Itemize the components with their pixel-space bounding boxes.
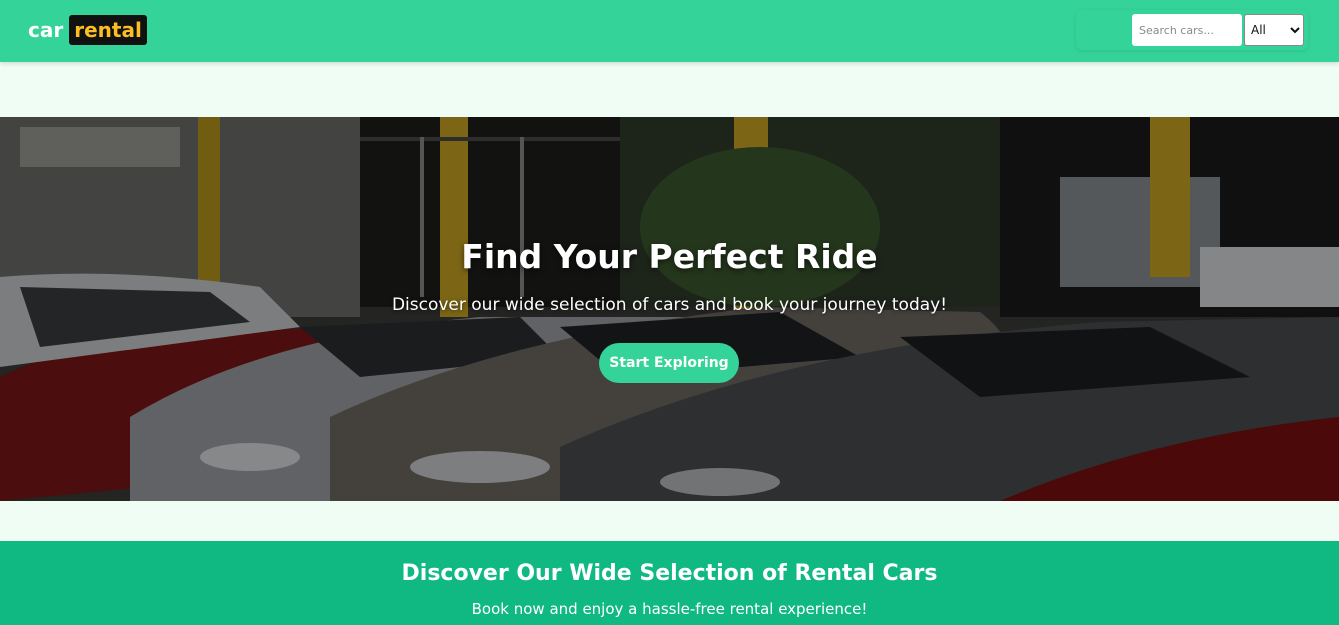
banner-title: Discover Our Wide Selection of Rental Ca… bbox=[401, 561, 938, 586]
hero-subtitle: Discover our wide selection of cars and … bbox=[391, 295, 948, 315]
navbar: car rental All bbox=[0, 0, 1339, 62]
promo-banner: Discover Our Wide Selection of Rental Ca… bbox=[0, 541, 1339, 625]
hero-section: Find Your Perfect Ride Discover our wide… bbox=[0, 117, 1339, 501]
site-logo[interactable]: car rental bbox=[28, 14, 147, 46]
logo-text-car: car bbox=[28, 18, 64, 42]
search-input[interactable] bbox=[1132, 14, 1242, 46]
hero-title: Find Your Perfect Ride bbox=[461, 237, 878, 276]
logo-text-rental: rental bbox=[69, 15, 147, 45]
search-container: All bbox=[1076, 10, 1308, 50]
start-exploring-button[interactable]: Start Exploring bbox=[599, 343, 739, 383]
banner-subtitle: Book now and enjoy a hassle-free rental … bbox=[471, 600, 868, 618]
category-filter-select[interactable]: All bbox=[1244, 14, 1304, 46]
